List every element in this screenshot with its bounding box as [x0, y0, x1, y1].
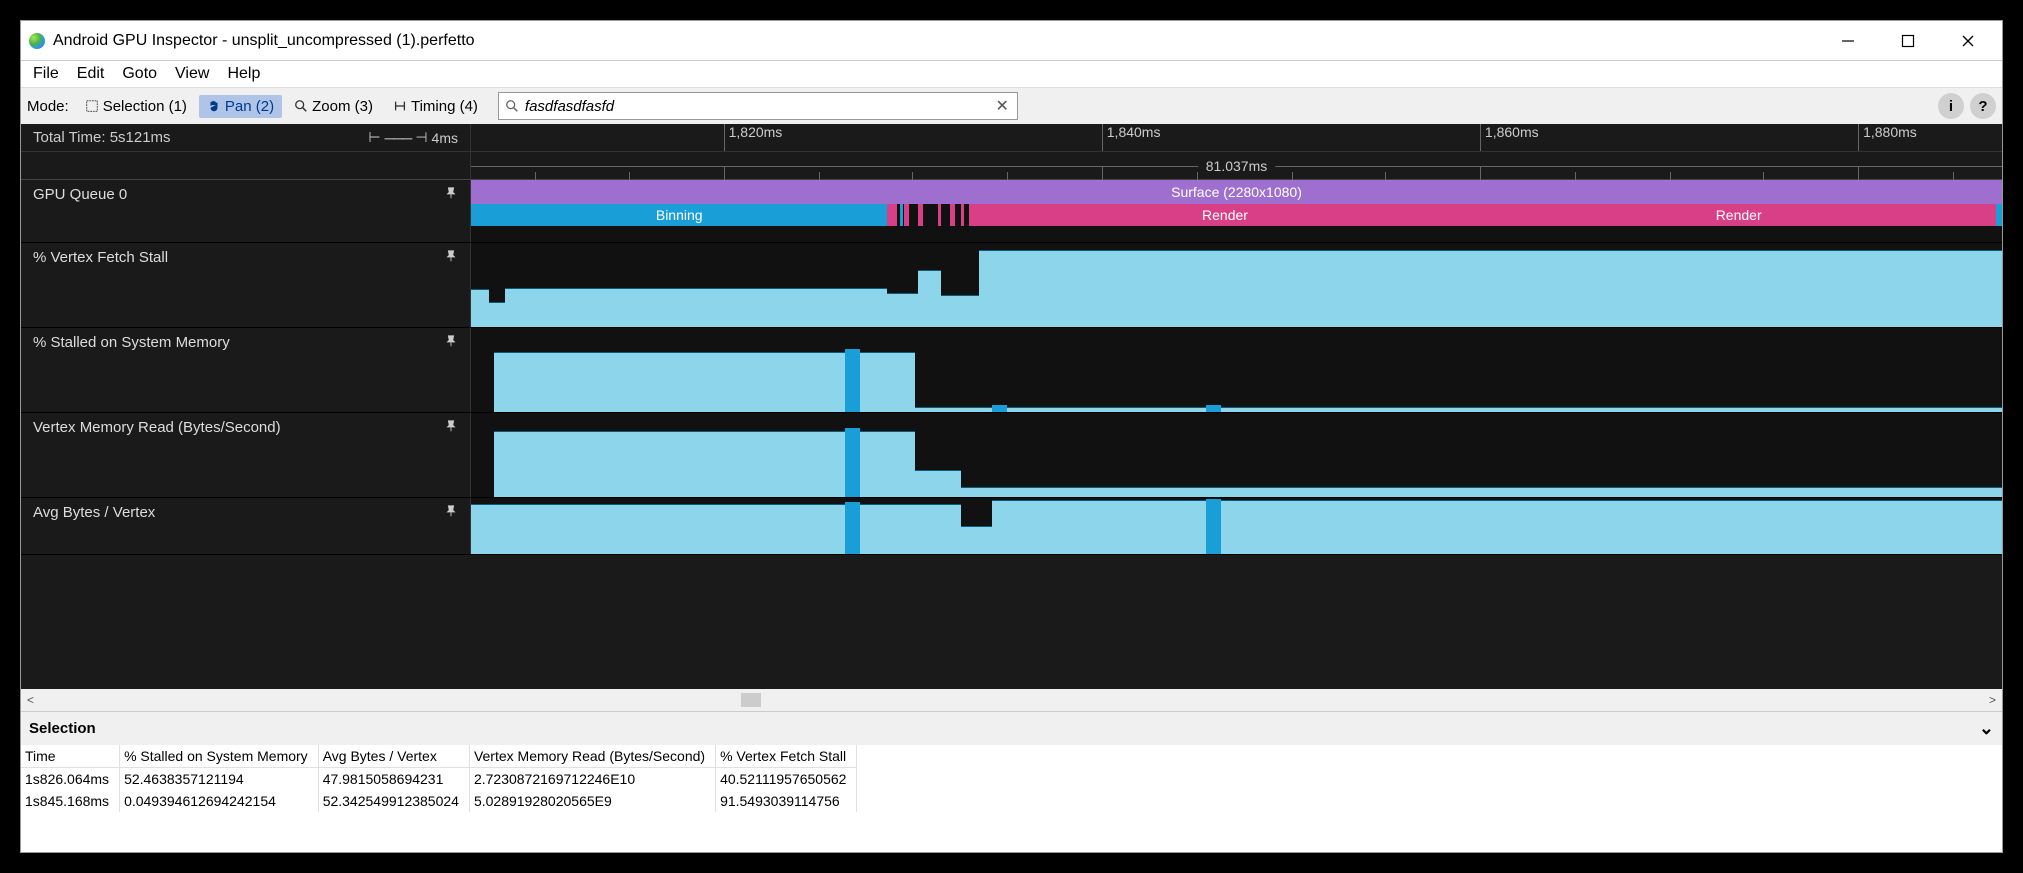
mode-timing-label: Timing (4): [411, 98, 478, 115]
titlebar[interactable]: Android GPU Inspector - unsplit_uncompre…: [21, 21, 2002, 61]
selection-title: Selection: [29, 720, 96, 737]
gpu-phase-render[interactable]: Render: [1481, 204, 1995, 226]
menu-edit[interactable]: Edit: [69, 63, 113, 85]
range-label: 81.037ms: [1198, 158, 1275, 174]
pin-icon[interactable]: [444, 249, 458, 263]
menu-file[interactable]: File: [25, 63, 67, 85]
timeline-view[interactable]: Total Time: 5s121ms ⊢───⊣ 4ms 1,820ms 1,…: [21, 124, 2002, 689]
zoom-icon: [294, 99, 308, 113]
mode-selection-button[interactable]: Selection (1): [77, 95, 195, 118]
track-label: % Stalled on System Memory: [33, 334, 230, 351]
counter-segment: [992, 500, 2002, 554]
col-vertex-fetch-stall[interactable]: % Vertex Fetch Stall: [716, 745, 857, 768]
help-icon: ?: [1978, 98, 1987, 115]
counter-segment: [471, 504, 961, 554]
hand-icon: [207, 99, 221, 113]
scrollbar-thumb[interactable]: [741, 693, 761, 707]
gpu-phase-binning[interactable]: Binning: [471, 204, 887, 226]
help-button[interactable]: ?: [1970, 93, 1996, 119]
ruler-tick-label: 1,860ms: [1485, 124, 1539, 140]
col-vertex-mem-read[interactable]: Vertex Memory Read (Bytes/Second): [469, 745, 715, 768]
col-avg-bytes-vertex[interactable]: Avg Bytes / Vertex: [318, 745, 469, 768]
counter-segment: [505, 288, 888, 327]
menu-goto[interactable]: Goto: [114, 63, 165, 85]
track-stalled-sys-mem[interactable]: % Stalled on System Memory: [21, 328, 2002, 413]
mode-zoom-button[interactable]: Zoom (3): [286, 95, 381, 118]
col-stalled-sysmem[interactable]: % Stalled on System Memory: [120, 745, 319, 768]
window-title: Android GPU Inspector - unsplit_uncompre…: [53, 32, 475, 50]
counter-segment: [961, 487, 2002, 497]
track-label: Avg Bytes / Vertex: [33, 504, 155, 521]
track-label: Vertex Memory Read (Bytes/Second): [33, 419, 281, 436]
gpu-surface-block[interactable]: Surface (2280x1080): [471, 180, 2002, 204]
menu-view[interactable]: View: [167, 63, 217, 85]
track-vertex-fetch-stall[interactable]: % Vertex Fetch Stall: [21, 243, 2002, 328]
counter-segment: [489, 302, 504, 327]
menu-help[interactable]: Help: [219, 63, 268, 85]
mode-selection-label: Selection (1): [103, 98, 187, 115]
counter-segment: [915, 470, 961, 497]
col-time[interactable]: Time: [21, 745, 120, 768]
ruler-tick-label: 1,840ms: [1107, 124, 1161, 140]
pin-icon[interactable]: [444, 504, 458, 518]
timeline-header: Total Time: 5s121ms ⊢───⊣ 4ms 1,820ms 1,…: [21, 124, 2002, 180]
scroll-right-arrow[interactable]: >: [1989, 693, 1996, 707]
search-box[interactable]: ✕: [498, 92, 1018, 120]
scroll-left-arrow[interactable]: <: [27, 693, 34, 707]
mode-timing-button[interactable]: Timing (4): [385, 95, 486, 118]
mode-zoom-label: Zoom (3): [312, 98, 373, 115]
pin-icon[interactable]: [444, 186, 458, 200]
horizontal-scrollbar[interactable]: < >: [21, 689, 2002, 711]
counter-segment: [941, 295, 979, 327]
counter-segment: [979, 250, 2002, 327]
counter-segment: [887, 293, 918, 327]
toolbar: Mode: Selection (1) Pan (2) Zoom (3) Tim…: [21, 87, 2002, 124]
search-input[interactable]: [525, 93, 988, 119]
table-header-row: Time % Stalled on System Memory Avg Byte…: [21, 745, 857, 768]
app-icon: [29, 33, 45, 49]
mode-pan-label: Pan (2): [225, 98, 274, 115]
selection-panel: Selection ⌄ Time % Stalled on System Mem…: [21, 711, 2002, 852]
selection-icon: [85, 99, 99, 113]
app-window: Android GPU Inspector - unsplit_uncompre…: [20, 20, 2003, 853]
timeline-ruler[interactable]: 1,820ms 1,840ms 1,860ms 1,880ms: [471, 124, 2002, 152]
maximize-button[interactable]: [1878, 21, 1938, 61]
zoom-scale: ⊢───⊣ 4ms: [368, 129, 458, 146]
track-label: % Vertex Fetch Stall: [33, 249, 168, 266]
pin-icon[interactable]: [444, 334, 458, 348]
chevron-down-icon[interactable]: ⌄: [1979, 718, 1994, 739]
window-controls: [1818, 21, 1998, 61]
counter-segment: [961, 526, 992, 554]
selection-table[interactable]: Time % Stalled on System Memory Avg Byte…: [21, 745, 2002, 852]
gpu-phase-render[interactable]: Render: [969, 204, 1482, 226]
ruler-tick-label: 1,880ms: [1863, 124, 1917, 140]
mode-label: Mode:: [27, 98, 69, 115]
info-button[interactable]: i: [1938, 93, 1964, 119]
counter-segment: [471, 289, 489, 327]
track-avg-bytes-vertex[interactable]: Avg Bytes / Vertex: [21, 498, 2002, 555]
timing-icon: [393, 99, 407, 113]
track-label: GPU Queue 0: [33, 186, 127, 203]
timeline-range-row: 81.037ms: [471, 152, 2002, 180]
total-time-label: Total Time: 5s121ms: [33, 129, 171, 146]
ruler-tick-label: 1,820ms: [729, 124, 783, 140]
table-row[interactable]: 1s826.064ms 52.4638357121194 47.98150586…: [21, 768, 857, 791]
counter-segment: [918, 270, 941, 327]
search-clear-button[interactable]: ✕: [988, 96, 1017, 116]
info-icon: i: [1949, 98, 1953, 115]
menubar: File Edit Goto View Help: [21, 61, 2002, 87]
minimize-button[interactable]: [1818, 21, 1878, 61]
counter-segment: [915, 407, 2002, 412]
track-gpu-queue[interactable]: GPU Queue 0 Surface (2280x1080) Binning …: [21, 180, 2002, 243]
table-row[interactable]: 1s845.168ms 0.049394612694242154 52.3425…: [21, 790, 857, 812]
close-button[interactable]: [1938, 21, 1998, 61]
pin-icon[interactable]: [444, 419, 458, 433]
track-vertex-mem-read[interactable]: Vertex Memory Read (Bytes/Second): [21, 413, 2002, 498]
search-icon: [505, 99, 519, 113]
mode-pan-button[interactable]: Pan (2): [199, 95, 282, 118]
